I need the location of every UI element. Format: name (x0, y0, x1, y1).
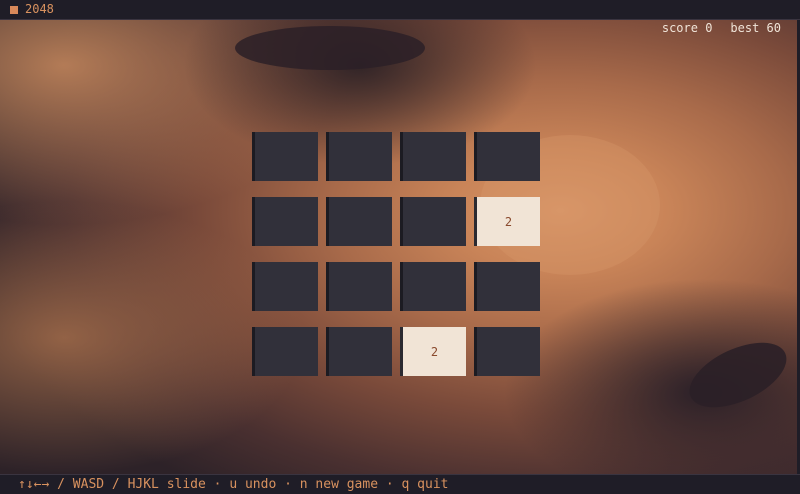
status-bar: ↑↓←→ / WASD / HJKL slide · u undo · n ne… (0, 474, 800, 494)
app-square-icon (10, 5, 18, 14)
tile-2: 2 (474, 197, 540, 246)
title-bar: 2048 score 0 best 60 (0, 0, 800, 35)
empty-cell (326, 262, 392, 311)
empty-cell (326, 132, 392, 181)
empty-cell (252, 132, 318, 181)
empty-cell (326, 197, 392, 246)
empty-cell (400, 262, 466, 311)
empty-cell (326, 327, 392, 376)
game-window: 2048 score 0 best 60 22 ↑↓←→ / WASD / HJK… (0, 0, 800, 494)
empty-cell (252, 262, 318, 311)
score-display: score 0 (661, 21, 713, 35)
empty-cell (400, 197, 466, 246)
empty-cell (474, 327, 540, 376)
controls-hint: ↑↓←→ / WASD / HJKL slide · u undo · n ne… (18, 477, 449, 492)
best-score-display: best 60 (730, 21, 781, 35)
tile-2: 2 (400, 327, 466, 376)
empty-cell (252, 197, 318, 246)
empty-cell (400, 132, 466, 181)
empty-cell (474, 262, 540, 311)
game-board: 22 (252, 132, 542, 378)
app-title: 2048 (25, 2, 54, 16)
empty-cell (474, 132, 540, 181)
empty-cell (252, 327, 318, 376)
